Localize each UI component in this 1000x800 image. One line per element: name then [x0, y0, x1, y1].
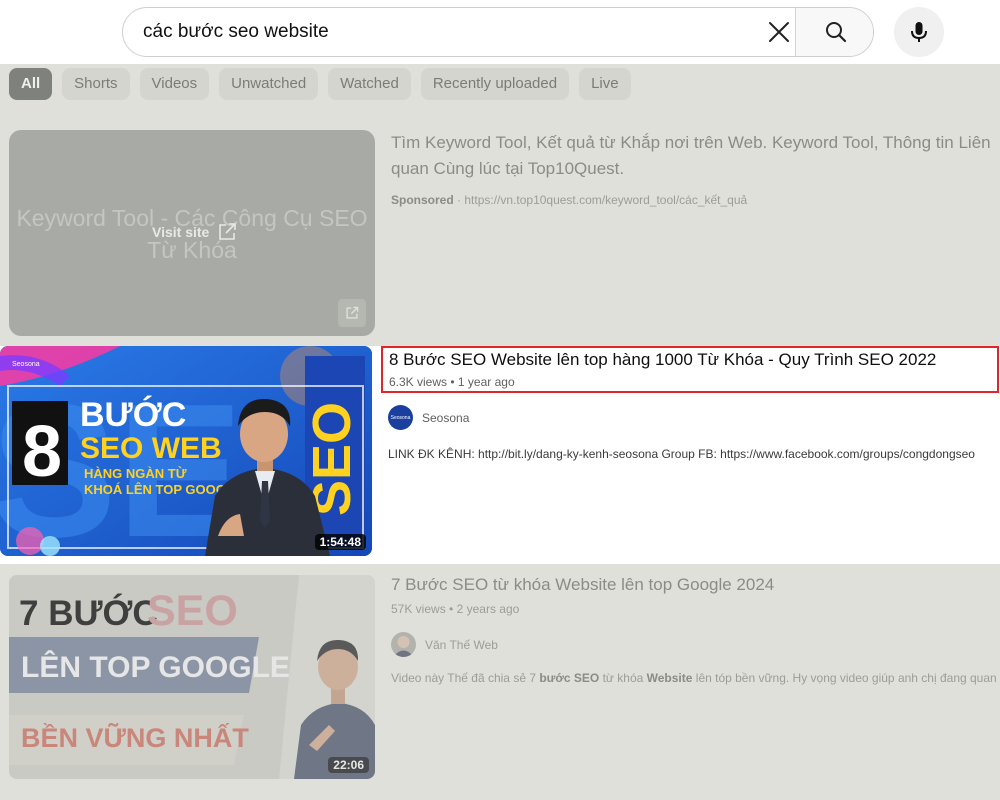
channel-name: Văn Thế Web	[425, 637, 498, 652]
thumbnail-brand: Seosona	[12, 361, 40, 368]
upload-age: 1 year ago	[457, 375, 515, 389]
channel-link[interactable]: Seosona Seosona	[388, 405, 469, 430]
description-keyword: Website	[646, 671, 693, 685]
thumbnail-artwork: 7 BƯỚC SEO LÊN TOP GOOGLE BỀN VỮNG NHẤT	[9, 575, 375, 779]
chip-live[interactable]: Live	[579, 68, 631, 100]
description-part: Video này Thế đã chia sẻ 7	[391, 671, 540, 685]
search-box	[122, 7, 874, 57]
thumbnail-line2: LÊN TOP GOOGLE	[21, 650, 290, 684]
thumbnail-line1b: SEO	[147, 587, 238, 635]
search-button[interactable]	[795, 8, 873, 56]
thumbnail-line1: BƯỚC	[80, 396, 186, 434]
ad-url[interactable]: https://vn.top10quest.com/keyword_tool/c…	[464, 193, 747, 207]
top-bar	[0, 0, 1000, 64]
search-icon	[825, 22, 846, 43]
chip-watched[interactable]: Watched	[328, 68, 411, 100]
filter-chips: All Shorts Videos Unwatched Watched Rece…	[9, 68, 631, 100]
thumbnail-line1a: 7 BƯỚC	[19, 593, 158, 633]
description-part: lên tóp bền vững. Hy vọng video giúp anh…	[692, 671, 1000, 685]
visit-site-button[interactable]: Visit site	[152, 222, 237, 242]
view-count: 57K views	[391, 602, 446, 616]
visit-site-label: Visit site	[152, 224, 210, 240]
chip-shorts[interactable]: Shorts	[62, 68, 130, 100]
ad-thumbnail[interactable]: Keyword Tool - Các Công Cụ SEO Từ Khóa V…	[9, 130, 375, 336]
upload-age: 2 years ago	[456, 602, 520, 616]
ad-title[interactable]: Tìm Keyword Tool, Kết quả từ Khắp nơi tr…	[391, 130, 1000, 182]
chip-recently-uploaded[interactable]: Recently uploaded	[420, 68, 570, 100]
video-description: LINK ĐK KÊNH: http://bit.ly/dang-ky-kenh…	[388, 447, 975, 461]
video-duration: 22:06	[328, 757, 369, 773]
clear-search-button[interactable]	[759, 12, 799, 52]
video-duration: 1:54:48	[314, 534, 366, 550]
channel-link[interactable]: Văn Thế Web	[391, 632, 498, 657]
video-thumbnail[interactable]: SE SEO 8 BƯỚC SEO WEB HÀNG NGÀN TỪ KHOÁ …	[0, 346, 372, 556]
video-description: Video này Thế đã chia sẻ 7 bước SEO từ k…	[391, 671, 1000, 685]
video-result-highlighted: SE SEO 8 BƯỚC SEO WEB HÀNG NGÀN TỪ KHOÁ …	[0, 346, 1000, 564]
meta-separator: •	[450, 375, 458, 389]
thumbnail-line2: SEO WEB	[80, 432, 222, 465]
thumbnail-number: 8	[22, 412, 62, 492]
close-icon	[769, 22, 789, 42]
thumbnail-artwork: SE SEO 8 BƯỚC SEO WEB HÀNG NGÀN TỪ KHOÁ …	[0, 346, 372, 556]
video-meta: 6.3K views • 1 year ago	[389, 375, 515, 389]
channel-avatar	[391, 632, 416, 657]
video-thumbnail[interactable]: 7 BƯỚC SEO LÊN TOP GOOGLE BỀN VỮNG NHẤT …	[9, 575, 375, 779]
description-part: từ khóa	[599, 671, 647, 685]
channel-avatar: Seosona	[388, 405, 413, 430]
ad-meta: Sponsored · https://vn.top10quest.com/ke…	[391, 193, 747, 207]
description-keyword: bước SEO	[539, 671, 600, 685]
thumbnail-line3: HÀNG NGÀN TỪ	[84, 466, 187, 481]
video-title[interactable]: 8 Bước SEO Website lên top hàng 1000 Từ …	[389, 350, 936, 370]
chip-videos[interactable]: Videos	[139, 68, 210, 100]
highlight-box: 8 Bước SEO Website lên top hàng 1000 Từ …	[381, 346, 999, 393]
video-title[interactable]: 7 Bước SEO từ khóa Website lên top Googl…	[391, 575, 774, 595]
external-link-icon	[346, 306, 359, 319]
chip-all[interactable]: All	[9, 68, 53, 100]
view-count: 6.3K views	[389, 375, 448, 389]
sponsored-label: Sponsored	[391, 193, 454, 207]
search-input[interactable]	[143, 8, 743, 56]
voice-search-button[interactable]	[894, 7, 944, 57]
youtube-search-page: All Shorts Videos Unwatched Watched Rece…	[0, 0, 1000, 800]
channel-name: Seosona	[422, 410, 470, 425]
meta-separator: •	[449, 602, 457, 616]
results-area: All Shorts Videos Unwatched Watched Rece…	[0, 64, 1000, 800]
thumbnail-line3: BỀN VỮNG NHẤT	[21, 722, 249, 753]
chip-unwatched[interactable]: Unwatched	[219, 68, 319, 100]
video-meta: 57K views • 2 years ago	[391, 602, 519, 616]
external-link-icon	[219, 223, 237, 240]
microphone-icon	[911, 22, 927, 42]
ad-open-button[interactable]	[338, 299, 366, 327]
